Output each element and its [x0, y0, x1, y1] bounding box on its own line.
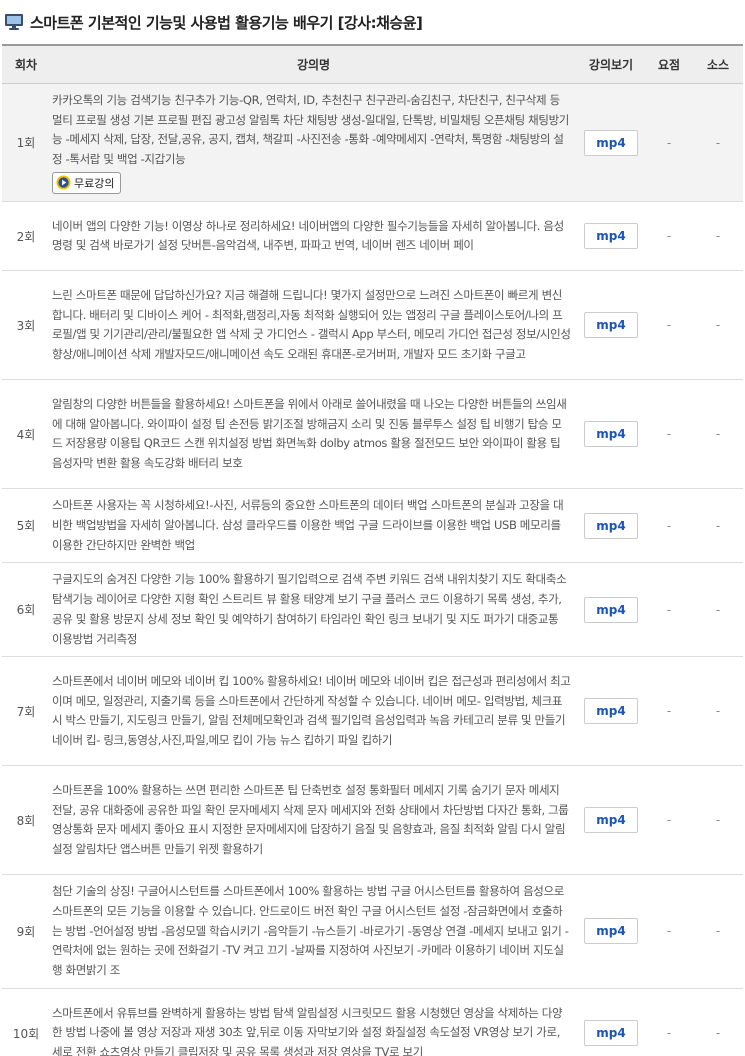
- row-summary: -: [645, 765, 693, 876]
- lecture-table: 회차 강의명 강의보기 요점 소스 1회 카카오톡의 기능 검색기능 친구추가 …: [2, 44, 743, 1056]
- mp4-button[interactable]: mp4: [584, 223, 638, 250]
- play-icon: [56, 175, 71, 190]
- row-description-cell: 네이버 앱의 다양한 기능! 이영상 하나로 정리하세요! 네이버앱의 다양한 …: [50, 201, 577, 272]
- row-source: -: [693, 379, 743, 490]
- row-description: 스마트폰에서 네이버 메모와 네이버 킵 100% 활용하세요! 네이버 메모와…: [52, 673, 571, 747]
- table-row: 10회 스마트폰에서 유튜브를 완벽하게 활용하는 방법 탐색 알림설정 시크릿…: [2, 988, 743, 1056]
- row-summary: -: [645, 562, 693, 658]
- row-summary: -: [645, 656, 693, 767]
- row-view-cell: mp4: [577, 488, 645, 564]
- row-description-cell: 스마트폰을 100% 활용하는 쓰면 편리한 스마트폰 팁 단축번호 설정 통화…: [50, 765, 577, 876]
- table-row: 3회 느린 스마트폰 때문에 답답하신가요? 지금 해결해 드립니다! 몇가지 …: [2, 270, 743, 381]
- row-view-cell: mp4: [577, 874, 645, 989]
- header-no: 회차: [2, 44, 50, 84]
- header-title: 강의명: [50, 44, 577, 84]
- mp4-button[interactable]: mp4: [584, 312, 638, 339]
- row-description: 네이버 앱의 다양한 기능! 이영상 하나로 정리하세요! 네이버앱의 다양한 …: [52, 218, 564, 253]
- row-description: 첨단 기술의 상징! 구글어시스턴트를 스마트폰에서 100% 활용하는 방법 …: [52, 884, 569, 978]
- table-row: 6회 구글지도의 숨겨진 다양한 기능 100% 활용하기 필기입력으로 검색 …: [2, 562, 743, 658]
- row-description: 느린 스마트폰 때문에 답답하신가요? 지금 해결해 드립니다! 몇가지 설정만…: [52, 287, 571, 362]
- row-description-cell: 느린 스마트폰 때문에 답답하신가요? 지금 해결해 드립니다! 몇가지 설정만…: [50, 270, 577, 381]
- row-number: 10회: [2, 988, 50, 1056]
- row-number: 7회: [2, 656, 50, 767]
- row-description: 스마트폰에서 유튜브를 완벽하게 활용하는 방법 탐색 알림설정 시크릿모드 활…: [52, 1005, 563, 1056]
- table-row: 9회 첨단 기술의 상징! 구글어시스턴트를 스마트폰에서 100% 활용하는 …: [2, 874, 743, 989]
- row-description: 스마트폰 사용자는 꼭 시청하세요!-사진, 서류등의 중요한 스마트폰의 데이…: [52, 498, 564, 552]
- table-row: 1회 카카오톡의 기능 검색기능 친구추가 기능-QR, 연락처, ID, 추천…: [2, 83, 743, 203]
- mp4-button[interactable]: mp4: [584, 807, 638, 834]
- mp4-button[interactable]: mp4: [584, 918, 638, 945]
- mp4-button[interactable]: mp4: [584, 698, 638, 725]
- row-number: 3회: [2, 270, 50, 381]
- table-row: 2회 네이버 앱의 다양한 기능! 이영상 하나로 정리하세요! 네이버앱의 다…: [2, 201, 743, 272]
- monitor-icon: [5, 14, 23, 30]
- row-summary: -: [645, 201, 693, 272]
- row-view-cell: mp4: [577, 201, 645, 272]
- row-description-cell: 구글지도의 숨겨진 다양한 기능 100% 활용하기 필기입력으로 검색 주변 …: [50, 562, 577, 658]
- row-source: -: [693, 201, 743, 272]
- row-description: 스마트폰을 100% 활용하는 쓰면 편리한 스마트폰 팁 단축번호 설정 통화…: [52, 782, 569, 856]
- row-source: -: [693, 270, 743, 381]
- title-bar: 스마트폰 기본적인 기능및 사용법 활용기능 배우기 [강사:채승윤]: [0, 0, 745, 44]
- row-view-cell: mp4: [577, 765, 645, 876]
- mp4-button[interactable]: mp4: [584, 129, 638, 156]
- free-lecture-label: 무료강의: [74, 176, 115, 190]
- header-summary: 요점: [645, 44, 693, 84]
- row-source: -: [693, 874, 743, 989]
- table-header-row: 회차 강의명 강의보기 요점 소스: [2, 44, 743, 84]
- table-row: 7회 스마트폰에서 네이버 메모와 네이버 킵 100% 활용하세요! 네이버 …: [2, 656, 743, 767]
- row-source: -: [693, 562, 743, 658]
- table-row: 8회 스마트폰을 100% 활용하는 쓰면 편리한 스마트폰 팁 단축번호 설정…: [2, 765, 743, 876]
- row-number: 6회: [2, 562, 50, 658]
- row-source: -: [693, 988, 743, 1056]
- row-view-cell: mp4: [577, 988, 645, 1056]
- table-row: 4회 알림창의 다양한 버튼들을 활용하세요! 스마트폰을 위에서 아래로 쓸어…: [2, 379, 743, 490]
- mp4-button[interactable]: mp4: [584, 512, 638, 539]
- row-number: 2회: [2, 201, 50, 272]
- header-view: 강의보기: [577, 44, 645, 84]
- row-view-cell: mp4: [577, 562, 645, 658]
- row-source: -: [693, 488, 743, 564]
- row-number: 5회: [2, 488, 50, 564]
- row-summary: -: [645, 379, 693, 490]
- row-summary: -: [645, 488, 693, 564]
- row-source: -: [693, 656, 743, 767]
- row-view-cell: mp4: [577, 379, 645, 490]
- row-description-cell: 알림창의 다양한 버튼들을 활용하세요! 스마트폰을 위에서 아래로 쓸어내렸을…: [50, 379, 577, 490]
- row-view-cell: mp4: [577, 83, 645, 203]
- row-summary: -: [645, 270, 693, 381]
- row-description-cell: 첨단 기술의 상징! 구글어시스턴트를 스마트폰에서 100% 활용하는 방법 …: [50, 874, 577, 989]
- row-description-cell: 카카오톡의 기능 검색기능 친구추가 기능-QR, 연락처, ID, 추천친구 …: [50, 83, 577, 203]
- row-summary: -: [645, 988, 693, 1056]
- row-summary: -: [645, 874, 693, 989]
- mp4-button[interactable]: mp4: [584, 596, 638, 623]
- row-view-cell: mp4: [577, 656, 645, 767]
- row-description: 구글지도의 숨겨진 다양한 기능 100% 활용하기 필기입력으로 검색 주변 …: [52, 572, 567, 646]
- row-view-cell: mp4: [577, 270, 645, 381]
- row-description-cell: 스마트폰에서 네이버 메모와 네이버 킵 100% 활용하세요! 네이버 메모와…: [50, 656, 577, 767]
- page-title: 스마트폰 기본적인 기능및 사용법 활용기능 배우기 [강사:채승윤]: [30, 13, 423, 32]
- row-source: -: [693, 83, 743, 203]
- mp4-button[interactable]: mp4: [584, 421, 638, 448]
- row-number: 4회: [2, 379, 50, 490]
- row-number: 9회: [2, 874, 50, 989]
- row-description: 카카오톡의 기능 검색기능 친구추가 기능-QR, 연락처, ID, 추천친구 …: [52, 93, 570, 167]
- header-source: 소스: [693, 44, 743, 84]
- row-summary: -: [645, 83, 693, 203]
- row-description-cell: 스마트폰 사용자는 꼭 시청하세요!-사진, 서류등의 중요한 스마트폰의 데이…: [50, 488, 577, 564]
- table-row: 5회 스마트폰 사용자는 꼭 시청하세요!-사진, 서류등의 중요한 스마트폰의…: [2, 488, 743, 564]
- row-description-cell: 스마트폰에서 유튜브를 완벽하게 활용하는 방법 탐색 알림설정 시크릿모드 활…: [50, 988, 577, 1056]
- row-number: 1회: [2, 83, 50, 203]
- row-description: 알림창의 다양한 버튼들을 활용하세요! 스마트폰을 위에서 아래로 쓸어내렸을…: [52, 396, 567, 471]
- row-source: -: [693, 765, 743, 876]
- free-lecture-button[interactable]: 무료강의: [52, 171, 122, 194]
- lecture-page: 스마트폰 기본적인 기능및 사용법 활용기능 배우기 [강사:채승윤] 회차 강…: [0, 0, 745, 1056]
- row-number: 8회: [2, 765, 50, 876]
- mp4-button[interactable]: mp4: [584, 1020, 638, 1047]
